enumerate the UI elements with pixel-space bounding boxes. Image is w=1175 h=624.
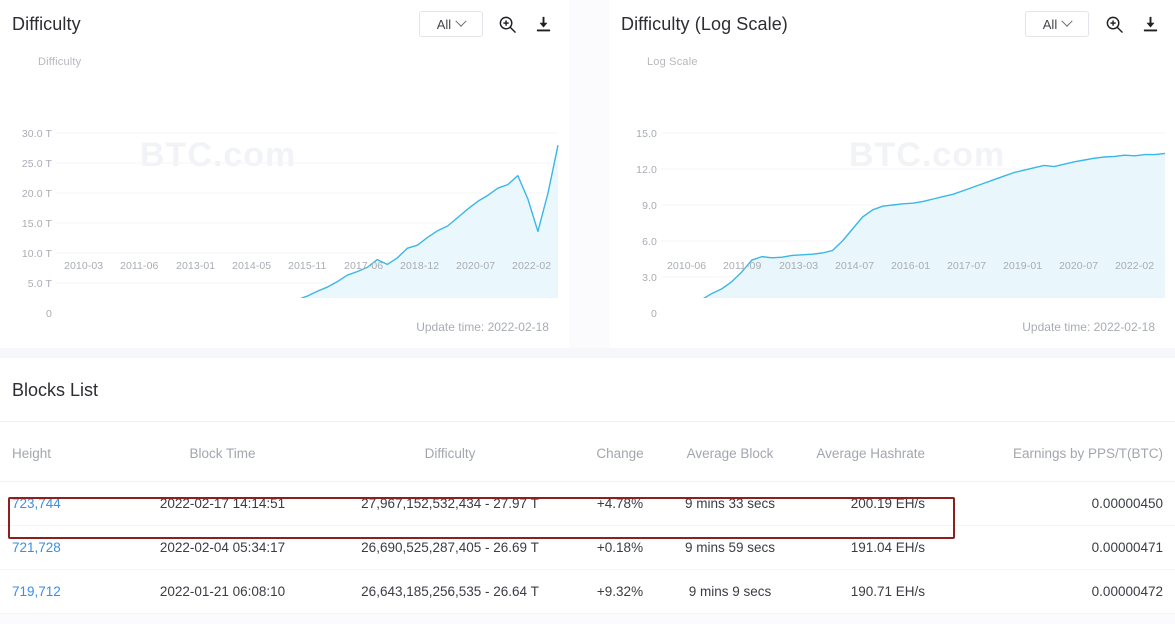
cell-change: +0.18% [575, 525, 665, 570]
cell-height[interactable]: 723,744 [0, 481, 120, 526]
log-chart-title: Difficulty (Log Scale) [620, 13, 788, 34]
col-header-average-block[interactable]: Average Block [665, 422, 795, 482]
x-tick-right-4: 2016-01 [890, 260, 931, 272]
table-row[interactable]: 719,712 2022-01-21 06:08:10 26,643,185,2… [0, 569, 1175, 614]
col-header-change[interactable]: Change [575, 422, 665, 482]
difficulty-log-chart-card: Difficulty (Log Scale) All Log Scale BTC… [608, 0, 1175, 348]
blocks-table: Height Block Time Difficulty Change Aver… [0, 422, 1175, 614]
update-time-right: Update time: 2022-02-18 [1022, 320, 1155, 334]
table-row[interactable]: 723,744 2022-02-17 14:14:51 27,967,152,5… [0, 481, 1175, 526]
difficulty-plot: Difficulty BTC.com 30.0 T 25.0 T 20.0 T … [0, 48, 569, 320]
cell-change: +4.78% [575, 481, 665, 526]
x-tick-left-1: 2011-06 [120, 260, 159, 272]
table-row[interactable]: 721,728 2022-02-04 05:34:17 26,690,525,2… [0, 525, 1175, 570]
block-height-link[interactable]: 721,728 [12, 540, 61, 555]
page-root: Difficulty All Difficulty BTC.com 30.0 T… [0, 0, 1175, 624]
chart-toolbar-right: All [1025, 11, 1161, 37]
block-height-link[interactable]: 719,712 [12, 584, 61, 599]
col-header-difficulty[interactable]: Difficulty [325, 422, 575, 482]
x-tick-right-7: 2020-07 [1058, 260, 1099, 272]
blocks-list-card: Blocks List Height Block Time Difficulty… [0, 358, 1175, 614]
cell-change: +9.32% [575, 569, 665, 614]
chart-header-left: Difficulty All [0, 0, 569, 48]
x-tick-left-5: 2017-06 [344, 260, 384, 272]
y-tick-left-0: 0 [46, 308, 52, 320]
cell-earnings: 0.00000450 [935, 481, 1175, 526]
table-header-row: Height Block Time Difficulty Change Aver… [0, 422, 1175, 482]
cell-block-time: 2022-01-21 06:08:10 [120, 569, 325, 614]
section-divider [0, 348, 1175, 358]
col-header-earnings[interactable]: Earnings by PPS/T(BTC) [935, 422, 1175, 482]
cell-earnings: 0.00000471 [935, 525, 1175, 570]
x-tick-left-7: 2020-07 [456, 260, 496, 272]
cell-height[interactable]: 721,728 [0, 525, 120, 570]
log-plot: Log Scale BTC.com 15.0 12.0 9.0 6.0 3.0 … [609, 48, 1175, 320]
cell-earnings: 0.00000472 [935, 569, 1175, 614]
x-tick-left-8: 2022-02 [512, 260, 552, 272]
cell-average-block: 9 mins 59 secs [665, 525, 795, 570]
x-tick-left-6: 2018-12 [400, 260, 440, 272]
cell-difficulty: 27,967,152,532,434 - 27.97 T [325, 481, 575, 526]
range-select-right[interactable]: All [1025, 11, 1089, 37]
page-title: Difficulty [12, 13, 81, 34]
x-tick-left-2: 2013-01 [176, 260, 216, 272]
zoom-in-icon[interactable] [497, 13, 519, 35]
cell-difficulty: 26,643,185,256,535 - 26.64 T [325, 569, 575, 614]
download-icon[interactable] [533, 13, 555, 35]
cell-average-hashrate: 190.71 EH/s [795, 569, 935, 614]
cell-average-hashrate: 200.19 EH/s [795, 481, 935, 526]
range-select-label-right: All [1042, 16, 1058, 32]
x-tick-right-8: 2022-02 [1114, 260, 1155, 272]
update-time-left: Update time: 2022-02-18 [416, 320, 549, 334]
x-tick-left-4: 2015-11 [288, 260, 327, 272]
col-header-block-time[interactable]: Block Time [120, 422, 325, 482]
chart-toolbar-left: All [418, 11, 555, 37]
charts-row: Difficulty All Difficulty BTC.com 30.0 T… [0, 0, 1175, 348]
cell-average-hashrate: 191.04 EH/s [795, 525, 935, 570]
range-select-left[interactable]: All [418, 11, 483, 37]
cell-average-block: 9 mins 33 secs [665, 481, 795, 526]
x-tick-right-2: 2013-03 [778, 260, 819, 272]
block-height-link[interactable]: 723,744 [12, 496, 61, 511]
difficulty-chart-card: Difficulty All Difficulty BTC.com 30.0 T… [0, 0, 569, 348]
download-icon[interactable] [1139, 13, 1161, 35]
x-tick-right-6: 2019-01 [1002, 260, 1043, 272]
chevron-down-icon [1061, 15, 1073, 27]
col-header-average-hashrate[interactable]: Average Hashrate [795, 422, 935, 482]
range-select-label: All [436, 16, 452, 32]
blocks-list-title: Blocks List [0, 358, 1175, 422]
chevron-down-icon [455, 15, 467, 27]
x-tick-right-0: 2010-06 [666, 260, 707, 272]
cell-block-time: 2022-02-04 05:34:17 [120, 525, 325, 570]
blocks-table-head: Height Block Time Difficulty Change Aver… [0, 422, 1175, 482]
x-tick-right-5: 2017-07 [946, 260, 987, 272]
chart-header-right: Difficulty (Log Scale) All [609, 0, 1175, 48]
y-tick-right-0: 0 [651, 308, 657, 320]
x-tick-right-3: 2014-07 [834, 260, 875, 272]
cell-block-time: 2022-02-17 14:14:51 [120, 481, 325, 526]
x-tick-right-1: 2011-09 [722, 260, 762, 272]
col-header-height[interactable]: Height [0, 422, 120, 482]
x-tick-left-3: 2014-05 [232, 260, 272, 272]
blocks-table-body: 723,744 2022-02-17 14:14:51 27,967,152,5… [0, 481, 1175, 614]
cell-height[interactable]: 719,712 [0, 569, 120, 614]
x-tick-left-0: 2010-03 [64, 260, 104, 272]
cell-difficulty: 26,690,525,287,405 - 26.69 T [325, 525, 575, 570]
cell-average-block: 9 mins 9 secs [665, 569, 795, 614]
zoom-in-icon[interactable] [1103, 13, 1125, 35]
